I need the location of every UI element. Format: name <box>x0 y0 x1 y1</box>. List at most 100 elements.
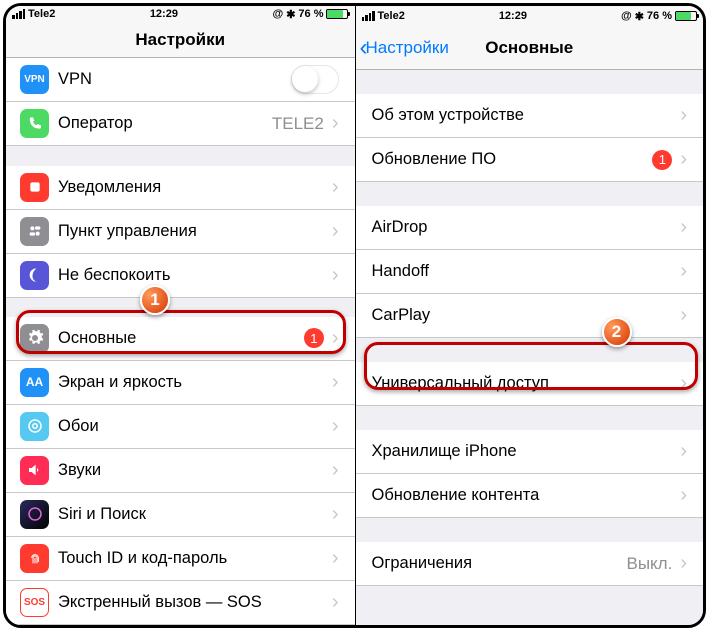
control-center-icon <box>20 217 49 246</box>
value: Выкл. <box>626 554 672 574</box>
chevron-right-icon: › <box>680 216 687 239</box>
value: TELE2 <box>272 114 324 134</box>
label: Экран и яркость <box>58 373 332 392</box>
row-dnd[interactable]: Не беспокоить › <box>6 254 355 298</box>
gear-icon <box>20 324 49 353</box>
chevron-right-icon: › <box>332 459 339 482</box>
label: Обои <box>58 417 332 436</box>
label: Не беспокоить <box>58 266 332 285</box>
chevron-right-icon: › <box>332 264 339 287</box>
label: Пункт управления <box>58 222 332 241</box>
bluetooth-icon: ✱ <box>635 10 644 23</box>
chevron-right-icon: › <box>680 304 687 327</box>
signal-icon <box>362 11 375 21</box>
chevron-right-icon: › <box>332 371 339 394</box>
row-about[interactable]: Об этом устройстве › <box>356 94 704 138</box>
label: AirDrop <box>372 218 681 237</box>
annotation-callout-1: 1 <box>140 285 170 315</box>
battery-icon <box>675 11 697 21</box>
back-label: Настройки <box>366 38 449 58</box>
label: Siri и Поиск <box>58 505 332 524</box>
chevron-right-icon: › <box>680 260 687 283</box>
label: Handoff <box>372 262 681 281</box>
row-display[interactable]: AA Экран и яркость › <box>6 361 355 405</box>
chevron-right-icon: › <box>680 372 687 395</box>
label: Обновление контента <box>372 486 681 505</box>
row-vpn[interactable]: VPN VPN <box>6 58 355 102</box>
sync-icon: @ <box>621 10 632 22</box>
sync-icon: @ <box>272 8 283 20</box>
chevron-right-icon: › <box>332 327 339 350</box>
label: CarPlay <box>372 306 681 325</box>
chevron-right-icon: › <box>332 503 339 526</box>
row-carplay[interactable]: CarPlay › <box>356 294 704 338</box>
chevron-right-icon: › <box>332 112 339 135</box>
row-restrictions[interactable]: Ограничения Выкл. › <box>356 542 704 586</box>
label: Универсальный доступ <box>372 374 681 393</box>
settings-root-screen: Tele2 12:29 @ ✱ 76 % Настройки VPN VPN О… <box>6 6 355 625</box>
vpn-icon: VPN <box>20 65 49 94</box>
row-background-refresh[interactable]: Обновление контента › <box>356 474 704 518</box>
fingerprint-icon <box>20 544 49 573</box>
chevron-right-icon: › <box>680 104 687 127</box>
chevron-right-icon: › <box>680 148 687 171</box>
phone-icon <box>20 109 49 138</box>
battery-percent: 76 % <box>298 8 323 20</box>
back-button[interactable]: ‹ Настройки <box>356 34 449 62</box>
row-control-center[interactable]: Пункт управления › <box>6 210 355 254</box>
nav-bar: Настройки <box>6 22 355 58</box>
label: Звуки <box>58 461 332 480</box>
badge: 1 <box>304 328 324 348</box>
battery-icon <box>326 9 348 19</box>
chevron-right-icon: › <box>680 484 687 507</box>
label: Оператор <box>58 114 272 133</box>
page-title: Настройки <box>6 30 355 50</box>
badge: 1 <box>652 150 672 170</box>
bluetooth-icon: ✱ <box>286 8 295 21</box>
chevron-right-icon: › <box>680 440 687 463</box>
row-storage[interactable]: Хранилище iPhone › <box>356 430 704 474</box>
annotation-callout-2: 2 <box>602 317 632 347</box>
label: Touch ID и код-пароль <box>58 549 332 568</box>
row-handoff[interactable]: Handoff › <box>356 250 704 294</box>
nav-bar: ‹ Настройки Основные <box>356 26 704 70</box>
row-carrier[interactable]: Оператор TELE2 › <box>6 102 355 146</box>
general-settings-screen: Tele2 12:29 @ ✱ 76 % ‹ Настройки Основны… <box>355 6 704 625</box>
row-general[interactable]: Основные 1 › <box>6 317 355 361</box>
wallpaper-icon <box>20 412 49 441</box>
siri-icon <box>20 500 49 529</box>
row-sounds[interactable]: Звуки › <box>6 449 355 493</box>
chevron-right-icon: › <box>332 591 339 614</box>
display-icon: AA <box>20 368 49 397</box>
battery-percent: 76 % <box>647 10 672 22</box>
chevron-right-icon: › <box>332 220 339 243</box>
carrier-label: Tele2 <box>378 10 405 22</box>
label: Ограничения <box>372 554 627 573</box>
status-bar: Tele2 12:29 @ ✱ 76 % <box>356 6 704 26</box>
row-touchid[interactable]: Touch ID и код-пароль › <box>6 537 355 581</box>
label: VPN <box>58 70 291 89</box>
label: Обновление ПО <box>372 150 653 169</box>
vpn-toggle[interactable] <box>291 65 339 94</box>
chevron-right-icon: › <box>680 552 687 575</box>
row-accessibility[interactable]: Универсальный доступ › <box>356 362 704 406</box>
status-bar: Tele2 12:29 @ ✱ 76 % <box>6 6 355 22</box>
row-wallpaper[interactable]: Обои › <box>6 405 355 449</box>
sos-icon: SOS <box>20 588 49 617</box>
moon-icon <box>20 261 49 290</box>
notification-icon <box>20 173 49 202</box>
chevron-right-icon: › <box>332 547 339 570</box>
label: Экстренный вызов — SOS <box>58 593 332 612</box>
clock: 12:29 <box>150 8 178 20</box>
chevron-right-icon: › <box>332 415 339 438</box>
row-airdrop[interactable]: AirDrop › <box>356 206 704 250</box>
row-siri[interactable]: Siri и Поиск › <box>6 493 355 537</box>
row-sos[interactable]: SOS Экстренный вызов — SOS › <box>6 581 355 625</box>
carrier-label: Tele2 <box>28 8 55 20</box>
chevron-right-icon: › <box>332 176 339 199</box>
row-notifications[interactable]: Уведомления › <box>6 166 355 210</box>
row-software-update[interactable]: Обновление ПО 1 › <box>356 138 704 182</box>
signal-icon <box>12 9 25 19</box>
label: Уведомления <box>58 178 332 197</box>
label: Основные <box>58 329 304 348</box>
